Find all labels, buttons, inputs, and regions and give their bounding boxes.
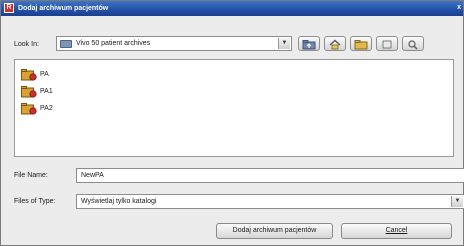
cancel-button[interactable]: Cancel	[341, 223, 452, 239]
archive-icon	[21, 69, 37, 81]
folder-icon	[60, 40, 72, 48]
new-folder-icon	[354, 40, 368, 50]
look-in-combo[interactable]: Vivo 50 patient archives ▼	[56, 36, 292, 51]
file-type-value: Wyświetlaj tylko katalogi	[81, 198, 157, 205]
new-folder-button[interactable]	[350, 36, 372, 51]
app-icon: R	[4, 3, 14, 13]
file-name-label: PA2	[40, 105, 53, 112]
look-in-value: Vivo 50 patient archives	[76, 40, 151, 47]
file-name-input[interactable]	[77, 169, 464, 182]
archive-icon	[21, 103, 37, 115]
chevron-down-icon[interactable]: ▼	[451, 196, 463, 207]
dialog-title: Dodaj archiwum pacjentów	[18, 5, 109, 12]
file-type-label: Files of Type:	[14, 198, 56, 205]
list-view-button[interactable]	[376, 36, 398, 51]
home-icon	[329, 39, 341, 50]
title-bar[interactable]: R Dodaj archiwum pacjentów x	[1, 1, 463, 16]
close-icon[interactable]: x	[457, 2, 461, 14]
add-archive-button[interactable]: Dodaj archiwum pacjentów	[216, 223, 333, 239]
look-in-label: Look In:	[14, 41, 39, 48]
file-name-field-label: File Name:	[14, 172, 48, 179]
details-view-button[interactable]	[402, 36, 424, 51]
folder-up-icon	[302, 40, 316, 50]
dialog-window: R Dodaj archiwum pacjentów x Look In: Vi…	[0, 0, 464, 246]
file-type-combo[interactable]: Wyświetlaj tylko katalogi ▼	[76, 194, 464, 209]
file-name-field[interactable]	[76, 168, 464, 183]
up-one-level-button[interactable]	[298, 36, 320, 51]
archive-icon	[21, 86, 37, 98]
list-view-icon	[382, 40, 392, 49]
home-button[interactable]	[324, 36, 346, 51]
file-name-label: PA1	[40, 88, 53, 95]
file-name-label: PA	[40, 71, 49, 78]
details-view-icon	[408, 40, 418, 50]
chevron-down-icon[interactable]: ▼	[278, 38, 290, 49]
file-list[interactable]: PA PA1 PA2	[14, 59, 454, 157]
